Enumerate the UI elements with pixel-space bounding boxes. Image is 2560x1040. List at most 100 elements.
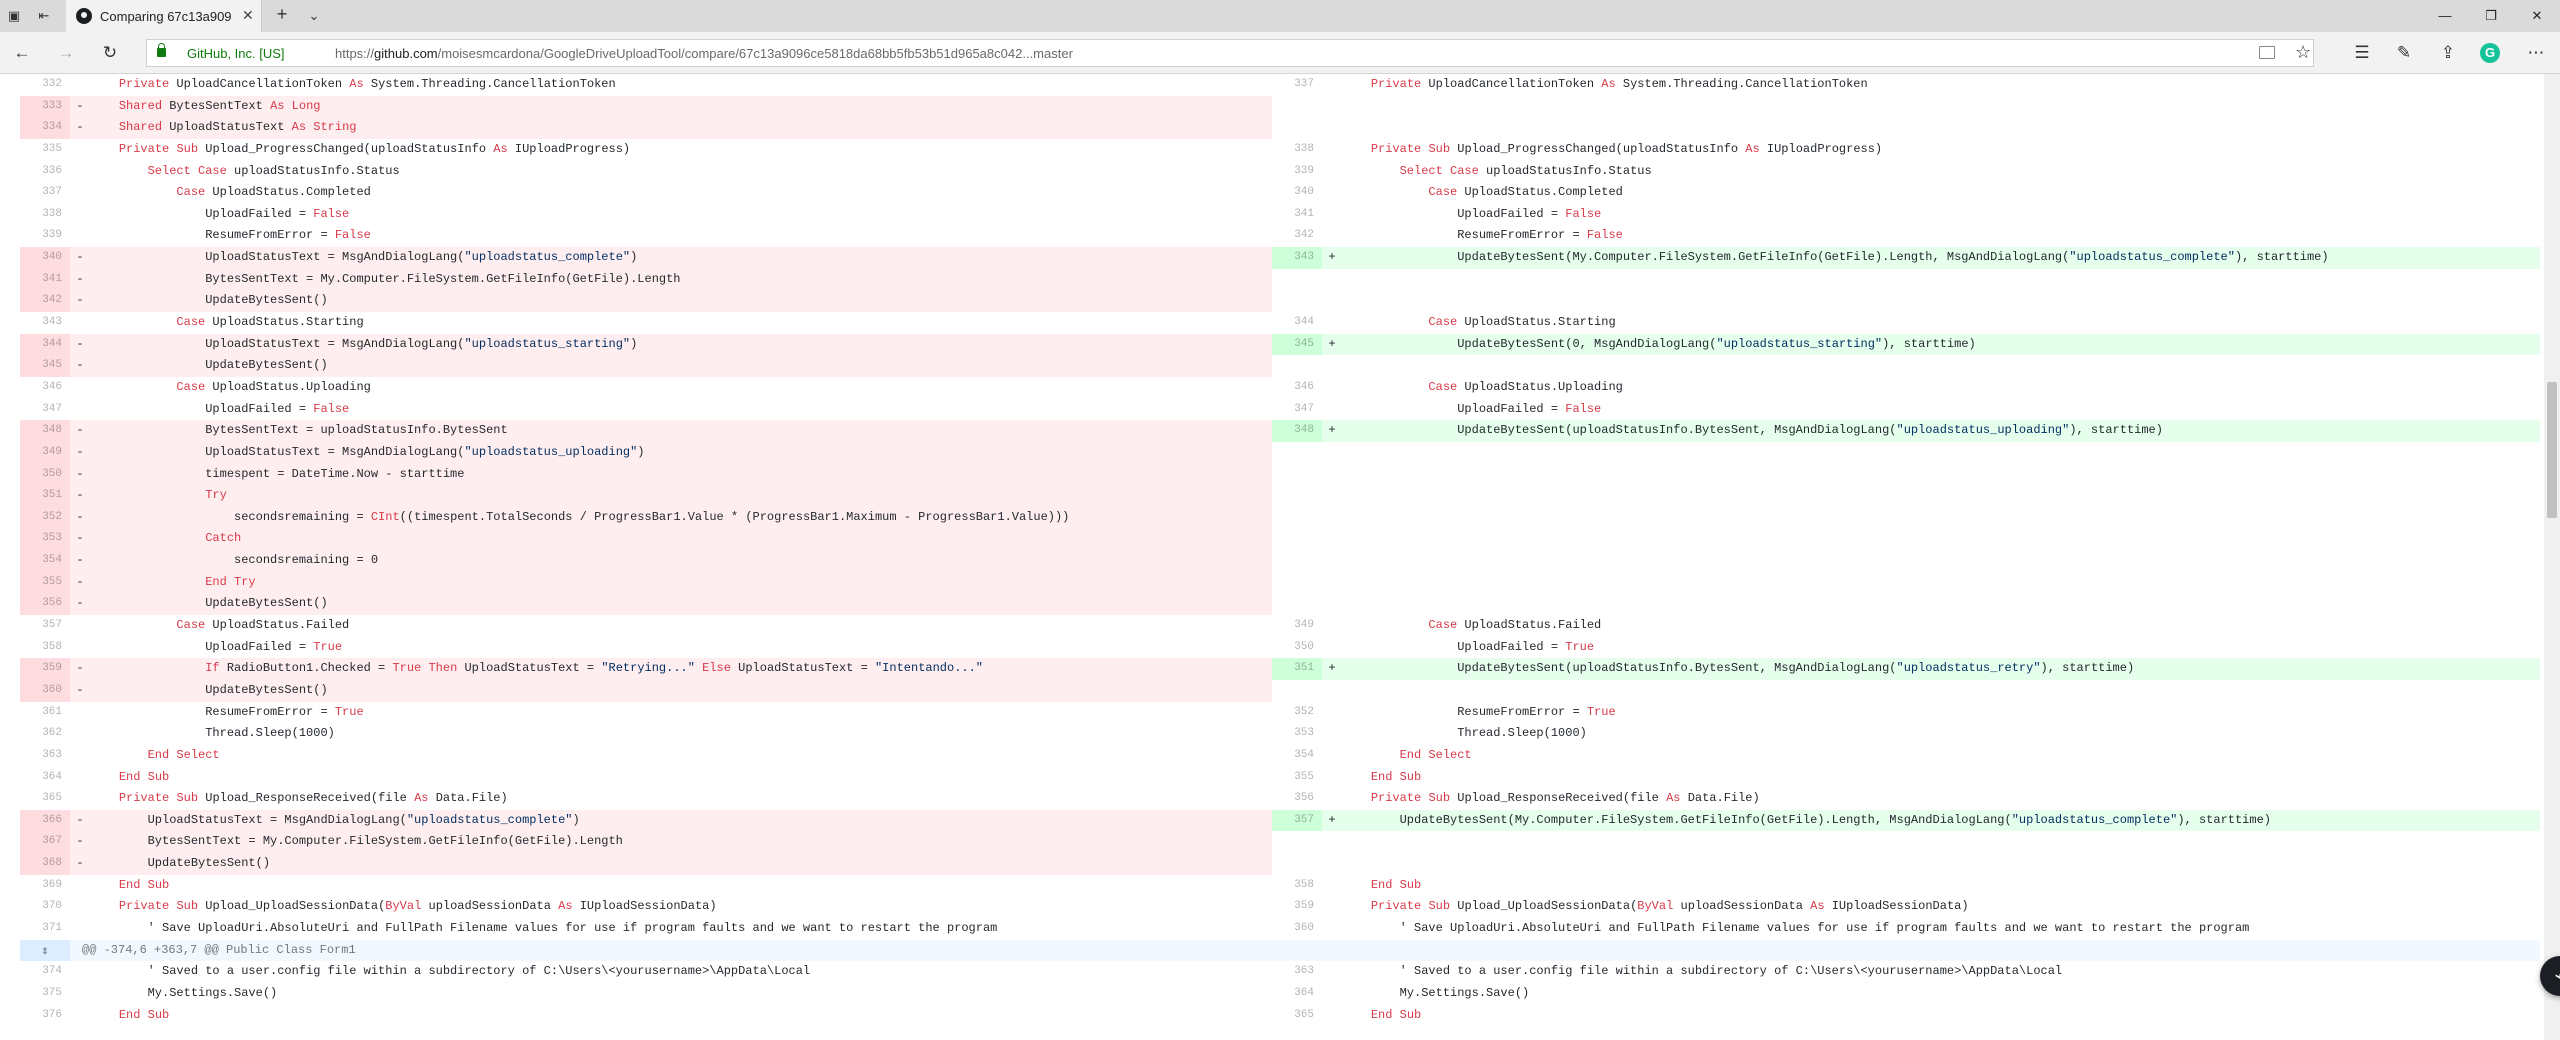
line-number-old[interactable]: 341 — [20, 268, 70, 291]
line-number-old[interactable]: 339 — [20, 225, 70, 247]
line-number-old[interactable]: 348 — [20, 420, 70, 442]
line-number-old[interactable]: 376 — [20, 1005, 70, 1027]
line-number-new[interactable]: 350 — [1272, 637, 1322, 659]
line-number-old[interactable]: 367 — [20, 831, 70, 854]
new-tab-button[interactable]: + — [274, 5, 290, 23]
expand-icon[interactable]: ⇕ — [38, 945, 52, 957]
line-number-new[interactable]: 364 — [1272, 983, 1322, 1005]
line-number-new[interactable] — [1272, 507, 1322, 529]
line-number-new[interactable] — [1272, 528, 1322, 550]
line-number-old[interactable]: 344 — [20, 333, 70, 356]
line-number-new[interactable]: 351 — [1272, 658, 1322, 680]
line-number-old[interactable]: 364 — [20, 767, 70, 789]
line-number-old[interactable]: 342 — [20, 290, 70, 313]
url-text[interactable]: https://github.com/moisesmcardona/Google… — [335, 46, 1073, 61]
line-number-new[interactable] — [1272, 572, 1322, 594]
line-number-new[interactable]: 348 — [1272, 420, 1322, 442]
line-number-new[interactable]: 347 — [1272, 399, 1322, 421]
maximize-button[interactable]: ❐ — [2468, 0, 2514, 32]
close-window-button[interactable]: ✕ — [2514, 0, 2560, 32]
line-number-old[interactable]: 346 — [20, 377, 70, 399]
address-bar[interactable]: GitHub, Inc. [US] https://github.com/moi… — [146, 39, 2314, 67]
line-number-old[interactable]: 362 — [20, 723, 70, 745]
line-number-old[interactable]: 360 — [20, 679, 70, 702]
forward-icon[interactable]: → — [56, 43, 76, 63]
line-number-old[interactable]: 343 — [20, 312, 70, 334]
line-number-new[interactable]: 349 — [1272, 615, 1322, 637]
line-number-old[interactable]: 358 — [20, 637, 70, 659]
grammarly-icon[interactable]: G — [2480, 43, 2500, 63]
line-number-new[interactable] — [1272, 853, 1322, 875]
share-icon[interactable]: ⇪ — [2438, 43, 2458, 63]
line-number-new[interactable]: 340 — [1272, 182, 1322, 204]
line-number-old[interactable]: 369 — [20, 875, 70, 897]
scrollbar-track[interactable] — [2544, 74, 2560, 1040]
line-number-new[interactable]: 355 — [1272, 767, 1322, 789]
line-number-old[interactable]: 332 — [20, 74, 70, 96]
line-number-new[interactable] — [1272, 96, 1322, 118]
line-number-new[interactable] — [1272, 117, 1322, 139]
line-number-new[interactable]: 345 — [1272, 333, 1322, 356]
line-number-old[interactable]: 345 — [20, 355, 70, 377]
line-number-new[interactable]: 365 — [1272, 1005, 1322, 1027]
line-number-new[interactable]: 343 — [1272, 247, 1322, 269]
line-number-new[interactable]: 354 — [1272, 745, 1322, 767]
floating-action-button[interactable]: ⌁ — [2540, 956, 2560, 996]
reading-view-icon[interactable] — [2259, 46, 2275, 59]
line-number-old[interactable]: 354 — [20, 550, 70, 572]
line-number-old[interactable]: 361 — [20, 702, 70, 724]
line-number-old[interactable]: 374 — [20, 961, 70, 983]
line-number-old[interactable]: 366 — [20, 809, 70, 832]
minimize-button[interactable]: — — [2422, 0, 2468, 32]
line-number-old[interactable]: 363 — [20, 745, 70, 767]
line-number-new[interactable] — [1272, 680, 1322, 702]
tab-close-icon[interactable]: ✕ — [242, 7, 254, 24]
line-number-old[interactable]: 370 — [20, 896, 70, 918]
line-number-old[interactable]: 357 — [20, 615, 70, 637]
scrollbar-thumb[interactable] — [2547, 382, 2557, 518]
line-number-old[interactable]: 352 — [20, 506, 70, 529]
line-number-old[interactable]: 356 — [20, 593, 70, 616]
line-number-old[interactable]: 338 — [20, 204, 70, 226]
more-icon[interactable]: ⋯ — [2526, 43, 2546, 63]
line-number-old[interactable]: 347 — [20, 399, 70, 421]
refresh-icon[interactable]: ↻ — [100, 43, 120, 63]
line-number-old[interactable]: 350 — [20, 463, 70, 486]
line-number-new[interactable]: 352 — [1272, 702, 1322, 724]
line-number-new[interactable] — [1272, 831, 1322, 853]
favorites-icon[interactable]: ☰ — [2352, 43, 2372, 63]
line-number-old[interactable]: 375 — [20, 983, 70, 1005]
line-number-new[interactable] — [1272, 550, 1322, 572]
line-number-new[interactable]: 337 — [1272, 74, 1322, 96]
back-icon[interactable]: ← — [12, 43, 32, 63]
line-number-old[interactable]: 365 — [20, 788, 70, 810]
line-number-new[interactable] — [1272, 485, 1322, 507]
tab-active[interactable]: Comparing 67c13a9096e ✕ — [66, 0, 262, 32]
line-number-old[interactable]: 333 — [20, 95, 70, 118]
line-number-old[interactable]: 349 — [20, 441, 70, 464]
tab-list-button[interactable]: ⌄ — [306, 8, 322, 24]
line-number-new[interactable]: 341 — [1272, 204, 1322, 226]
line-number-new[interactable] — [1272, 442, 1322, 464]
certificate-org[interactable]: GitHub, Inc. [US] — [187, 46, 285, 61]
line-number-new[interactable]: 346 — [1272, 377, 1322, 399]
favorite-star-icon[interactable]: ☆ — [2295, 42, 2311, 63]
line-number-new[interactable] — [1272, 593, 1322, 615]
line-number-new[interactable] — [1272, 355, 1322, 377]
line-number-old[interactable]: 368 — [20, 853, 70, 875]
line-number-old[interactable]: 359 — [20, 658, 70, 680]
line-number-new[interactable]: 356 — [1272, 788, 1322, 810]
line-number-old[interactable]: 334 — [20, 117, 70, 139]
line-number-new[interactable]: 339 — [1272, 161, 1322, 183]
line-number-old[interactable]: 371 — [20, 918, 70, 940]
line-number-new[interactable] — [1272, 464, 1322, 486]
line-number-old[interactable]: 336 — [20, 161, 70, 183]
line-number-old[interactable]: 340 — [20, 247, 70, 269]
line-number-old[interactable]: 351 — [20, 485, 70, 507]
line-number-new[interactable] — [1272, 290, 1322, 312]
line-number-new[interactable]: 358 — [1272, 875, 1322, 897]
tab-actions-icon[interactable]: ▣ — [6, 8, 22, 24]
line-number-new[interactable] — [1272, 269, 1322, 291]
line-number-new[interactable]: 359 — [1272, 896, 1322, 918]
line-number-new[interactable]: 357 — [1272, 809, 1322, 832]
